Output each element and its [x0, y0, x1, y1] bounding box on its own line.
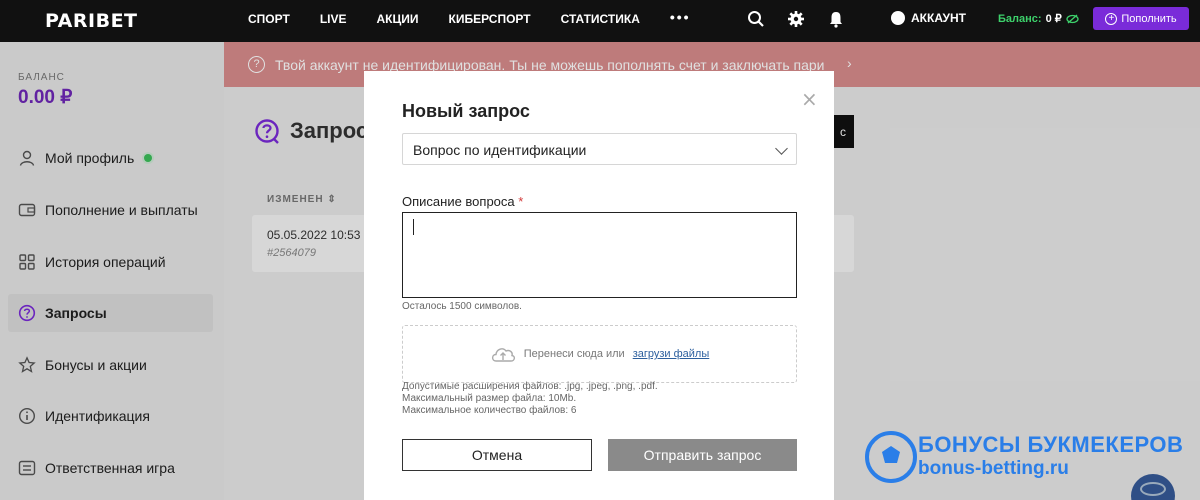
- watermark-title: БОНУСЫ БУКМЕКЕРОВ: [918, 432, 1184, 457]
- account-label: АККАУНТ: [911, 11, 966, 25]
- nav-sport[interactable]: СПОРТ: [248, 12, 290, 26]
- account-menu[interactable]: АККАУНТ: [891, 11, 966, 25]
- topup-button[interactable]: + Пополнить: [1093, 7, 1189, 30]
- cancel-button[interactable]: Отмена: [402, 439, 592, 471]
- close-icon[interactable]: ×: [801, 87, 818, 111]
- paribet-logo[interactable]: PARIBET: [45, 10, 138, 32]
- top-icons: [747, 10, 845, 28]
- required-mark: *: [518, 194, 524, 209]
- nav-live[interactable]: LIVE: [320, 12, 347, 26]
- max-file-count: Максимальное количество файлов: 6: [402, 405, 577, 416]
- description-label-text: Описание вопроса: [402, 194, 515, 209]
- search-icon[interactable]: [747, 10, 765, 28]
- header-balance-value: 0 ₽: [1045, 13, 1062, 25]
- cloud-upload-icon: [491, 348, 515, 362]
- gear-icon[interactable]: [787, 10, 805, 28]
- description-textarea[interactable]: [402, 212, 797, 298]
- chat-icon: [1140, 482, 1166, 496]
- bell-icon[interactable]: [827, 10, 845, 28]
- text-cursor: [413, 219, 414, 235]
- avatar-icon: [891, 11, 905, 25]
- eye-hidden-icon[interactable]: [1066, 14, 1079, 24]
- watermark-url: bonus-betting.ru: [918, 458, 1069, 479]
- chevron-down-icon: [775, 142, 788, 155]
- plus-circle-icon: +: [1105, 12, 1118, 25]
- file-dropzone[interactable]: Перенеси сюда или загрузи файлы: [402, 325, 797, 383]
- main-nav: СПОРТ LIVE АКЦИИ КИБЕРСПОРТ СТАТИСТИКА •…: [248, 9, 721, 26]
- soccer-ball-logo: [865, 431, 917, 483]
- upload-files-link[interactable]: загрузи файлы: [633, 348, 710, 360]
- nav-more-button[interactable]: •••: [670, 9, 691, 26]
- select-value: Вопрос по идентификации: [413, 142, 587, 158]
- nav-esports[interactable]: КИБЕРСПОРТ: [449, 12, 531, 26]
- header-balance: Баланс: 0 ₽: [998, 12, 1079, 25]
- description-label: Описание вопроса *: [402, 194, 523, 209]
- request-type-select[interactable]: Вопрос по идентификации: [402, 133, 797, 165]
- header-balance-label: Баланс:: [998, 12, 1042, 25]
- max-file-size: Максимальный размер файла: 10Mb.: [402, 393, 577, 404]
- remaining-chars-hint: Осталось 1500 символов.: [402, 301, 522, 312]
- top-navigation-bar: PARIBET СПОРТ LIVE АКЦИИ КИБЕРСПОРТ СТАТ…: [0, 0, 1200, 42]
- modal-title: Новый запрос: [402, 101, 530, 121]
- file-limits-info: Допустимые расширения файлов: .jpg, .jpe…: [402, 381, 797, 417]
- topup-label: Пополнить: [1121, 12, 1177, 25]
- submit-request-button[interactable]: Отправить запрос: [608, 439, 797, 471]
- new-request-modal: Новый запрос × Вопрос по идентификации О…: [364, 71, 834, 500]
- nav-statistics[interactable]: СТАТИСТИКА: [561, 12, 640, 26]
- dropzone-text: Перенеси сюда или: [523, 348, 625, 360]
- allowed-extensions: Допустимые расширения файлов: .jpg, .jpe…: [402, 381, 658, 392]
- nav-promos[interactable]: АКЦИИ: [376, 12, 418, 26]
